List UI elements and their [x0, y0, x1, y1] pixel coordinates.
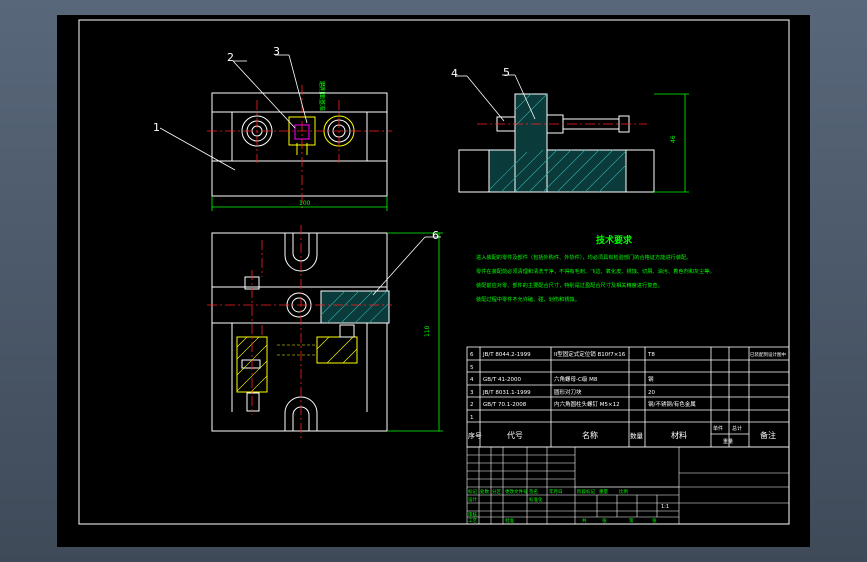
tech-title: 技术要求	[596, 234, 633, 246]
dim-100: 100	[299, 200, 311, 207]
tb-label: 第	[629, 517, 634, 524]
tb-label: 设计	[468, 496, 477, 503]
vertical-note: 磨削面基准	[318, 81, 326, 111]
header-code: 代号	[507, 430, 523, 440]
bom-no: 6	[470, 352, 474, 358]
title-block-grid	[466, 446, 790, 525]
tb-label: 更改文件号	[505, 488, 528, 495]
balloon-6: 6	[432, 229, 439, 242]
bom-no: 4	[470, 377, 474, 383]
dim-46: 46	[670, 135, 677, 143]
bom-name: 内六角圆柱头螺钉 M5×12	[554, 400, 620, 408]
bom-mat: 钢/不锈钢/有色金属	[648, 400, 696, 408]
leader-6	[372, 236, 441, 296]
header-no: 序号	[468, 431, 482, 440]
tb-label: 审核	[468, 511, 477, 518]
tb-label: 标准化	[529, 496, 543, 503]
tech-line-4: 装配过程中零件不允许磕、碰、划伤和锈蚀。	[476, 295, 580, 303]
bom-code: JB/T 8044.2-1999	[482, 352, 531, 358]
front-view	[211, 232, 390, 432]
tb-label: 重量	[599, 488, 608, 495]
balloon-5: 5	[503, 66, 510, 79]
balloon-2: 2	[227, 51, 234, 64]
bom-no: 1	[470, 415, 474, 421]
top-view-centerlines	[207, 85, 392, 210]
tb-label: 签名	[529, 488, 538, 495]
bom-name: 圆形对刀块	[554, 388, 582, 396]
header-weight: 重量	[723, 438, 733, 445]
title-block-labels: 标记 处数 分区 更改文件号 签名 年月日 设计 标准化 阶段标记 重量 比例 …	[468, 488, 657, 524]
bom-mat: 钢	[648, 375, 654, 383]
bom-mat: T8	[647, 352, 655, 358]
tech-line-2: 零件在装配前必须清理和清洗干净，不得有毛刺、飞边、氧化皮、锈蚀、切屑、油污、着色…	[476, 267, 715, 275]
bom-no: 3	[470, 390, 474, 396]
bom-note: 已装配到设计图中	[750, 351, 786, 358]
scale-value: 1:1	[661, 504, 669, 510]
bom-mat: 20	[648, 390, 655, 396]
bom-no: 5	[470, 365, 474, 371]
bom-no: 2	[470, 402, 474, 408]
tb-label: 阶段标记	[577, 488, 595, 495]
bom-code: JB/T 8031.1-1999	[482, 390, 531, 396]
dim-110: 110	[424, 325, 431, 337]
tb-label: 批准	[505, 517, 514, 524]
tech-line-1: 进入装配的零件及部件（包括外购件、外协件），均必须具有检验部门的合格证方能进行装…	[476, 253, 691, 261]
tb-label: 工艺	[468, 518, 477, 524]
balloon-3: 3	[273, 45, 280, 58]
tech-line-3: 装配前应对零、部件的主要配合尺寸，特别是过盈配合尺寸及相关精度进行复查。	[476, 281, 663, 289]
top-view	[211, 92, 388, 197]
tb-label: 张	[652, 517, 657, 524]
tb-label: 共	[582, 517, 587, 524]
bom-code: GB/T 41-2000	[483, 377, 521, 383]
bom-name: II型固定式定位销 B10f7×16	[554, 350, 626, 358]
tb-label: 标记	[468, 488, 477, 495]
header-qty: 数量	[630, 431, 644, 440]
front-centerlines	[207, 225, 392, 440]
tb-label: 年月日	[549, 488, 563, 495]
tb-label: 比例	[619, 488, 628, 495]
front-height-dimension	[387, 232, 443, 432]
bom-code: GB/T 70.1-2008	[483, 402, 527, 408]
balloon-1: 1	[153, 121, 160, 134]
header-mat: 材料	[671, 430, 687, 440]
header-name: 名称	[582, 430, 598, 440]
header-single: 单件	[713, 425, 723, 432]
bom-header: 序号 代号 名称 数量 材料 单件 总计 重量 备注	[468, 425, 776, 445]
side-view	[458, 93, 655, 193]
tb-label: 处数	[480, 488, 489, 495]
front-yellow-hatch	[236, 336, 358, 393]
balloon-4: 4	[451, 67, 458, 80]
tb-label: 分区	[492, 488, 501, 495]
bom-name: 六角螺母-C级 M8	[554, 375, 598, 383]
tb-label: 张	[602, 517, 607, 524]
drawing-canvas: 磨削面基准 100 1 2 3 46 4 5 110 6 技术要求 进入装配的零…	[78, 19, 790, 525]
cad-drawing-sheet: 磨削面基准 100 1 2 3 46 4 5 110 6 技术要求 进入装配的零…	[57, 15, 810, 547]
header-total: 总计	[732, 425, 742, 432]
header-note: 备注	[760, 430, 776, 440]
